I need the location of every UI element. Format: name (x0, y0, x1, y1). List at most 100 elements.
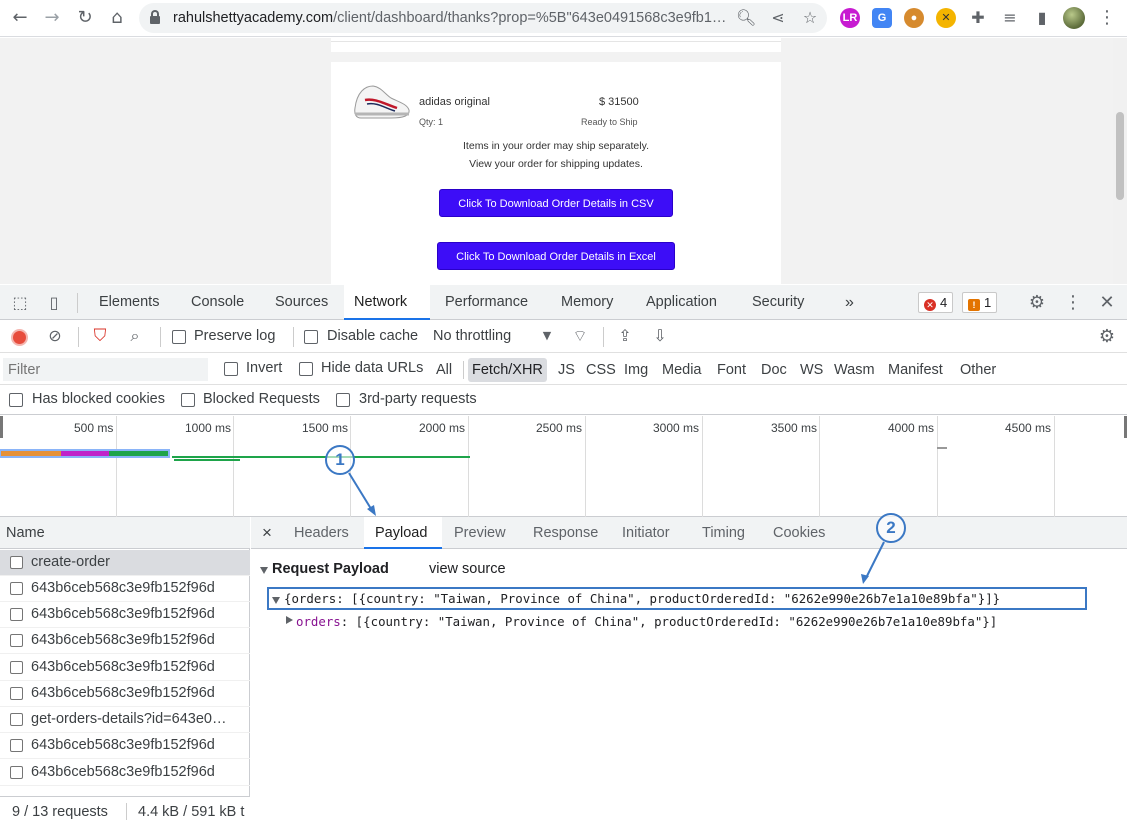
name-column-header[interactable]: Name (0, 517, 250, 549)
tab-cookies[interactable]: Cookies (762, 517, 836, 549)
third-party-checkbox[interactable] (336, 393, 350, 407)
request-payload-title[interactable]: Request Payload (272, 561, 389, 577)
tab-payload[interactable]: Payload (364, 517, 442, 549)
invert-checkbox[interactable] (224, 362, 238, 376)
row-checkbox[interactable] (10, 687, 23, 700)
page-scroll-thumb[interactable] (1116, 112, 1124, 200)
back-icon[interactable]: ← (8, 6, 32, 30)
type-ws[interactable]: WS (796, 358, 827, 382)
close-detail-icon[interactable]: × (251, 517, 283, 549)
row-checkbox[interactable] (10, 739, 23, 752)
row-checkbox[interactable] (10, 634, 23, 647)
device-toolbar-icon[interactable]: ▯ (44, 293, 64, 313)
settings-gear-icon[interactable]: ⚙ (1026, 292, 1048, 314)
network-conditions-icon[interactable]: ⌔ (568, 326, 592, 346)
reload-icon[interactable]: ↻ (73, 6, 97, 30)
tab-response[interactable]: Response (522, 517, 609, 549)
type-css[interactable]: CSS (582, 358, 620, 382)
chevron-down-icon[interactable]: ▼ (540, 329, 554, 342)
row-checkbox[interactable] (10, 661, 23, 674)
star-icon[interactable]: ☆ (800, 8, 820, 28)
cookie-extension-icon[interactable]: ● (904, 8, 924, 28)
row-checkbox[interactable] (10, 713, 23, 726)
zoom-icon[interactable]: 🔍︎ (736, 8, 756, 28)
inspect-element-icon[interactable]: ⬚ (10, 293, 30, 313)
throttling-select[interactable]: No throttling (433, 328, 511, 344)
type-media[interactable]: Media (658, 358, 706, 382)
tab-memory[interactable]: Memory (551, 285, 623, 320)
table-row[interactable]: 643b6ceb568c3e9fb152f96d (0, 681, 250, 707)
type-all[interactable]: All (432, 358, 456, 382)
payload-orders-property[interactable]: orders: [{country: "Taiwan, Province of … (296, 614, 997, 629)
page-scrollbar[interactable] (1113, 38, 1127, 284)
tab-preview[interactable]: Preview (443, 517, 517, 549)
filter-input[interactable] (3, 358, 208, 381)
tab-elements[interactable]: Elements (89, 285, 169, 320)
tab-security[interactable]: Security (742, 285, 814, 320)
profile-avatar[interactable] (1063, 7, 1085, 29)
disable-cache-checkbox[interactable] (304, 330, 318, 344)
import-har-icon[interactable]: ⇪ (615, 326, 635, 345)
extension-4-icon[interactable]: ✕ (936, 8, 956, 28)
type-wasm[interactable]: Wasm (830, 358, 879, 382)
type-font[interactable]: Font (713, 358, 750, 382)
table-row[interactable]: 643b6ceb568c3e9fb152f96d (0, 655, 250, 681)
row-checkbox[interactable] (10, 582, 23, 595)
side-panel-icon[interactable]: ▮ (1030, 6, 1054, 30)
filter-icon[interactable]: ⛉ (90, 326, 110, 346)
table-row[interactable]: 643b6ceb568c3e9fb152f96d (0, 760, 250, 786)
clear-icon[interactable]: ⊘ (45, 326, 65, 345)
tab-sources[interactable]: Sources (265, 285, 338, 320)
type-js[interactable]: JS (554, 358, 579, 382)
forward-icon[interactable]: → (40, 6, 64, 30)
close-devtools-icon[interactable]: ✕ (1096, 292, 1118, 314)
hide-data-urls-checkbox[interactable] (299, 362, 313, 376)
preserve-log-checkbox[interactable] (172, 330, 186, 344)
download-csv-button[interactable]: Click To Download Order Details in CSV (439, 189, 673, 217)
more-tabs-icon[interactable]: » (835, 285, 864, 320)
search-icon[interactable]: ⌕ (125, 326, 145, 346)
tab-initiator[interactable]: Initiator (611, 517, 681, 549)
table-row[interactable]: 643b6ceb568c3e9fb152f96d (0, 628, 250, 654)
collapse-triangle-icon[interactable] (260, 567, 268, 574)
row-checkbox[interactable] (10, 766, 23, 779)
table-row[interactable]: 643b6ceb568c3e9fb152f96d (0, 576, 250, 602)
download-excel-button[interactable]: Click To Download Order Details in Excel (437, 242, 675, 270)
view-source-link[interactable]: view source (429, 561, 506, 577)
type-other[interactable]: Other (956, 358, 1000, 382)
table-row[interactable]: get-orders-details?id=643e0… (0, 707, 250, 733)
tab-console[interactable]: Console (181, 285, 254, 320)
type-manifest[interactable]: Manifest (884, 358, 947, 382)
tab-network[interactable]: Network (344, 285, 430, 320)
range-handle-left[interactable] (0, 416, 3, 438)
share-icon[interactable]: ⋖ (768, 8, 788, 28)
tab-application[interactable]: Application (636, 285, 727, 320)
record-icon[interactable] (11, 329, 28, 346)
table-row[interactable]: 643b6ceb568c3e9fb152f96d (0, 733, 250, 759)
network-settings-icon[interactable]: ⚙ (1096, 326, 1118, 347)
type-img[interactable]: Img (620, 358, 652, 382)
blocked-requests-checkbox[interactable] (181, 393, 195, 407)
home-icon[interactable]: ⌂ (105, 6, 129, 30)
tab-timing[interactable]: Timing (691, 517, 756, 549)
table-row[interactable]: 643b6ceb568c3e9fb152f96d (0, 602, 250, 628)
url-text[interactable]: rahulshettyacademy.com/client/dashboard/… (173, 10, 733, 26)
row-checkbox[interactable] (10, 556, 23, 569)
reading-list-icon[interactable]: ≡ (998, 6, 1022, 30)
type-doc[interactable]: Doc (757, 358, 791, 382)
extensions-icon[interactable]: ✚ (966, 6, 990, 30)
blocked-cookies-checkbox[interactable] (9, 393, 23, 407)
tab-performance[interactable]: Performance (435, 285, 538, 320)
table-row[interactable]: create-order (0, 550, 250, 576)
devtools-menu-icon[interactable]: ⋮ (1062, 292, 1084, 314)
row-checkbox[interactable] (10, 608, 23, 621)
menu-icon[interactable]: ⋮ (1095, 6, 1119, 30)
warning-badge[interactable]: ! 1 (962, 292, 998, 313)
translate-extension-icon[interactable]: G (872, 8, 892, 28)
address-bar[interactable]: rahulshettyacademy.com/client/dashboard/… (139, 3, 827, 33)
tab-headers[interactable]: Headers (283, 517, 360, 549)
expand-object-triangle-icon[interactable] (272, 597, 280, 604)
export-har-icon[interactable]: ⇩ (650, 326, 670, 345)
expand-orders-triangle-icon[interactable] (286, 616, 293, 624)
payload-root-object[interactable]: {orders: [{country: "Taiwan, Province of… (284, 591, 1000, 606)
